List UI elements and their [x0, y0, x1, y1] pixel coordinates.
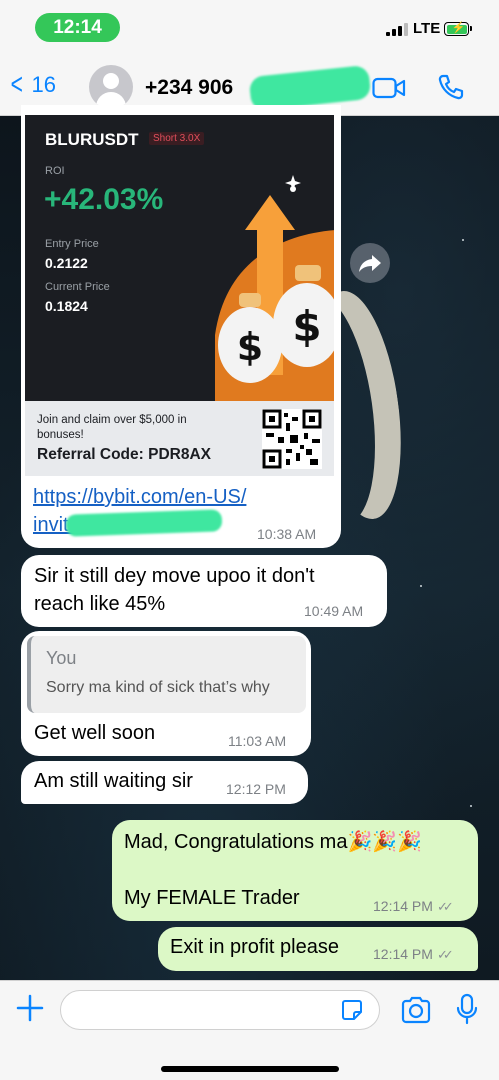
star: [462, 239, 464, 241]
forward-button[interactable]: [350, 243, 390, 283]
avatar[interactable]: [89, 65, 133, 109]
promo-text: Join and claim over $5,000 in bonuses!: [37, 414, 187, 441]
message-time: 12:14 PM ✓✓: [373, 946, 454, 962]
phone-call-icon[interactable]: [437, 73, 465, 101]
quoted-reply[interactable]: You Sorry ma kind of sick that’s why: [27, 636, 306, 713]
roi-value: +42.03%: [44, 183, 164, 216]
svg-text:$: $: [292, 302, 321, 351]
referral-code: Referral Code: PDR8AX: [37, 446, 211, 463]
forward-arrow-icon: [359, 255, 381, 272]
message-line: Sir it still dey move upoo it don't: [34, 565, 315, 587]
message-time: 11:03 AM: [228, 733, 287, 749]
message-time: 10:49 AM: [304, 603, 364, 619]
link-line-1[interactable]: https://bybit.com/en-US/: [33, 483, 246, 511]
contact-name[interactable]: +234 906: [145, 76, 233, 100]
read-receipt-icon: ✓✓: [436, 947, 454, 962]
message-time: 12:12 PM: [226, 781, 286, 797]
roi-label: ROI: [45, 165, 65, 177]
back-button[interactable]: < 16: [8, 70, 56, 100]
entry-price-value: 0.2122: [45, 255, 88, 271]
chevron-left-icon: <: [10, 68, 23, 101]
message-time: 12:14 PM ✓✓: [373, 898, 454, 914]
money-bag-illustration: $ $: [215, 175, 334, 401]
entry-price-label: Entry Price: [45, 238, 99, 250]
qr-code-icon: [262, 409, 322, 469]
compose-bar: [0, 980, 499, 1080]
back-count: 16: [31, 72, 57, 97]
message-text: Get well soon: [34, 722, 156, 744]
star: [470, 805, 472, 807]
plus-icon[interactable]: [14, 992, 46, 1024]
network-label: LTE: [413, 20, 441, 37]
trade-card-image[interactable]: BLURUSDT Short 3.0X ROI +42.03% Entry Pr…: [25, 115, 334, 401]
status-bar: 12:14 LTE: [0, 0, 499, 56]
message-input[interactable]: [60, 990, 380, 1030]
current-price-value: 0.1824: [45, 298, 88, 314]
sticker-icon[interactable]: [340, 998, 364, 1022]
message-line: reach like 45%: [34, 593, 166, 615]
quote-author: You: [46, 648, 77, 668]
message-text: Am still waiting sir: [34, 770, 193, 792]
camera-icon[interactable]: [400, 995, 432, 1025]
microphone-icon[interactable]: [455, 993, 479, 1025]
message-line: Mad, Congratulations ma🎉🎉🎉: [124, 831, 423, 853]
status-time: 12:14: [35, 13, 120, 42]
message-text: Exit in profit please: [170, 936, 339, 958]
signal-icon: [386, 22, 408, 36]
message-text: Sir it still dey move upoo it don't reac…: [34, 562, 315, 618]
position-tag: Short 3.0X: [149, 132, 205, 145]
battery-icon: [444, 21, 472, 36]
message-time: 10:38 AM: [257, 526, 317, 542]
video-call-icon[interactable]: [372, 76, 406, 100]
home-indicator: [161, 1066, 339, 1072]
star: [420, 585, 422, 587]
quote-text: Sorry ma kind of sick that’s why: [46, 679, 270, 696]
svg-text:$: $: [237, 325, 263, 369]
referral-banner: Join and claim over $5,000 in bonuses! R…: [25, 401, 334, 476]
read-receipt-icon: ✓✓: [436, 899, 454, 914]
trade-pair: BLURUSDT: [45, 130, 139, 149]
current-price-label: Current Price: [45, 281, 110, 293]
